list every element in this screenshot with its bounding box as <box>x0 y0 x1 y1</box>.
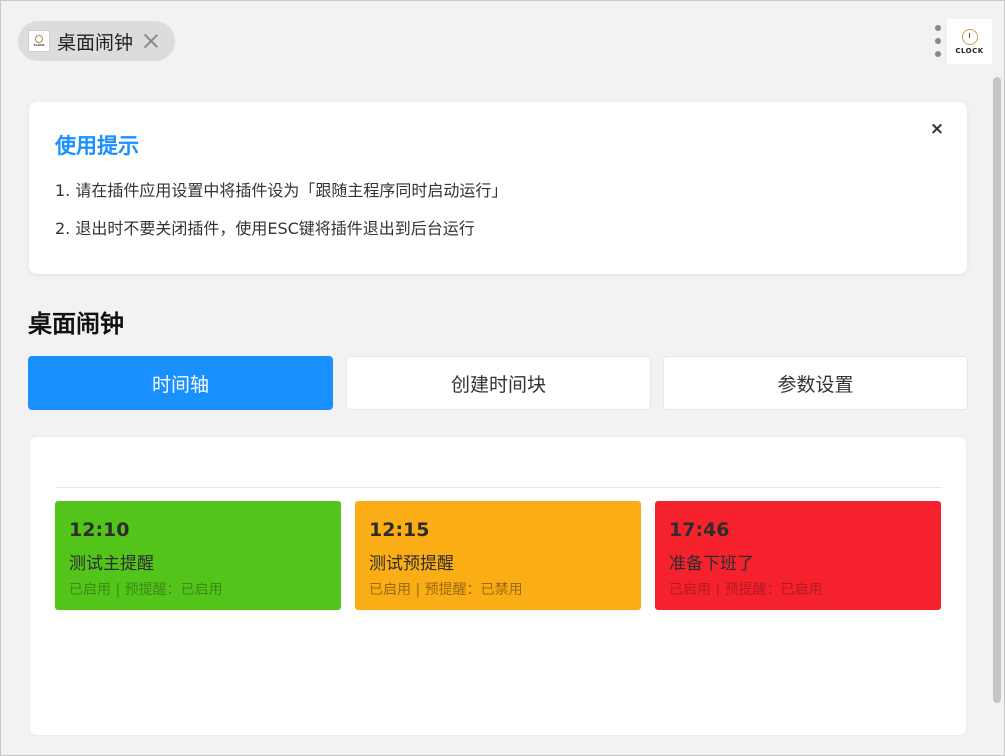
logo-text: CLOCK <box>955 46 984 55</box>
time-block[interactable]: 12:15 测试预提醒 已启用 | 预提醒：已禁用 <box>355 501 641 610</box>
timeline-panel: 12:10 测试主提醒 已启用 | 预提醒：已启用 12:15 测试预提醒 已启… <box>29 436 967 736</box>
tips-title: 使用提示 <box>55 134 139 158</box>
block-time: 12:10 <box>69 519 130 541</box>
tab-title: 桌面闹钟 <box>57 31 134 54</box>
dot <box>935 25 941 31</box>
block-time: 12:15 <box>369 519 430 541</box>
close-icon[interactable] <box>143 33 159 49</box>
block-name: 测试预提醒 <box>369 554 454 574</box>
tab-settings[interactable]: 参数设置 <box>663 356 968 410</box>
mini-logo-text: CLOCK <box>33 43 45 47</box>
usage-tips-card: 使用提示 × 1. 请在插件应用设置中将插件设为「跟随主程序同时启动运行」 2.… <box>29 102 967 274</box>
clock-logo-icon: CLOCK <box>28 30 50 52</box>
vertical-scrollbar[interactable] <box>993 77 1001 703</box>
app-window: CLOCK 桌面闹钟 CLOCK 使用提示 × 1. 请在插件应用设置中将插件设… <box>0 0 1005 756</box>
clock-icon <box>961 28 978 45</box>
timeline-divider <box>55 487 942 488</box>
block-name: 测试主提醒 <box>69 554 154 574</box>
plugin-tab[interactable]: CLOCK 桌面闹钟 <box>18 21 175 61</box>
dot <box>935 38 941 44</box>
block-status: 已启用 | 预提醒：已启用 <box>69 582 223 598</box>
tab-timeline[interactable]: 时间轴 <box>28 356 333 410</box>
tip-line: 1. 请在插件应用设置中将插件设为「跟随主程序同时启动运行」 <box>55 181 508 200</box>
tips-close-button[interactable]: × <box>927 119 947 139</box>
block-name: 准备下班了 <box>669 554 754 574</box>
dot <box>935 51 941 57</box>
time-block[interactable]: 17:46 准备下班了 已启用 | 预提醒：已启用 <box>655 501 941 610</box>
block-time: 17:46 <box>669 519 730 541</box>
block-status: 已启用 | 预提醒：已禁用 <box>369 582 523 598</box>
more-menu-icon[interactable] <box>932 25 944 57</box>
tip-line: 2. 退出时不要关闭插件，使用ESC键将插件退出到后台运行 <box>55 219 475 238</box>
block-status: 已启用 | 预提醒：已启用 <box>669 582 823 598</box>
app-logo: CLOCK <box>947 19 992 64</box>
mini-clock-dial <box>35 35 43 43</box>
page-title: 桌面闹钟 <box>28 310 124 338</box>
tab-create-block[interactable]: 创建时间块 <box>346 356 651 410</box>
time-block[interactable]: 12:10 测试主提醒 已启用 | 预提醒：已启用 <box>55 501 341 610</box>
